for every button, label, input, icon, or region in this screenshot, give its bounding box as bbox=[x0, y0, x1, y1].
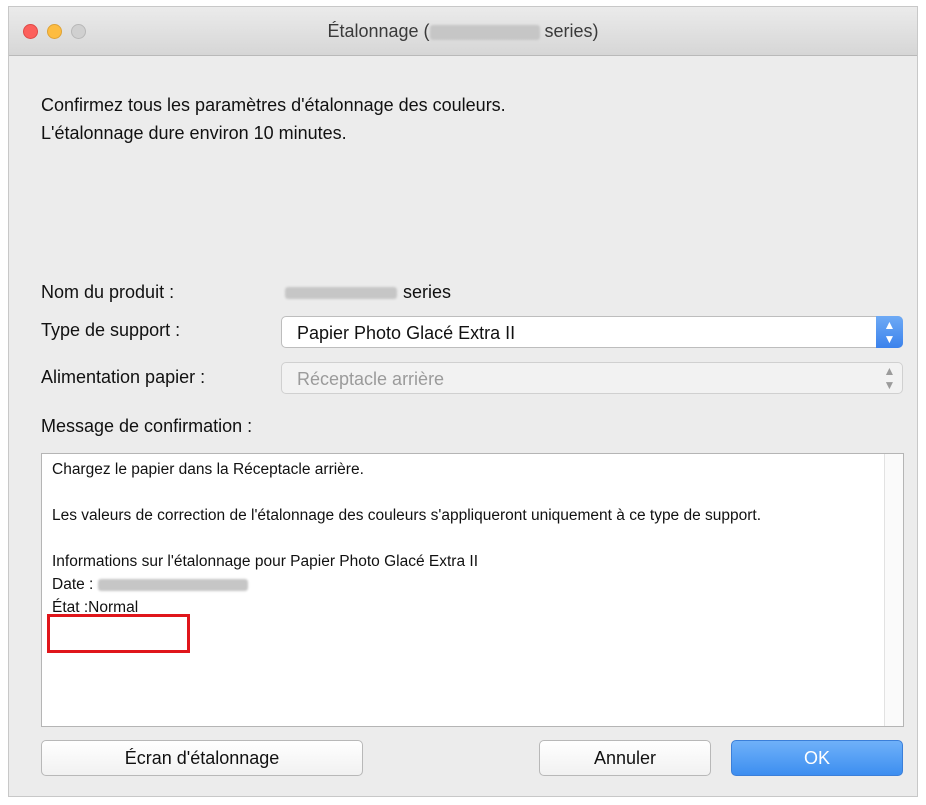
intro-line-2: L'étalonnage dure environ 10 minutes. bbox=[41, 123, 347, 143]
ok-button[interactable]: OK bbox=[731, 740, 903, 776]
message-scrollbar[interactable] bbox=[884, 454, 903, 726]
calibration-date: Date : bbox=[52, 573, 863, 596]
state-highlight-box bbox=[47, 614, 190, 653]
up-down-chevron-icon: ▲ ▼ bbox=[876, 316, 903, 348]
message-line: Chargez le papier dans la Réceptacle arr… bbox=[52, 461, 364, 478]
window-title: Étalonnage ( series) bbox=[327, 21, 599, 41]
message-line: Les valeurs de correction de l'étalonnag… bbox=[52, 507, 762, 524]
intro-text: Confirmez tous les paramètres d'étalonna… bbox=[41, 91, 506, 147]
product-name-value: series bbox=[285, 282, 451, 303]
redacted-model-name bbox=[429, 24, 540, 40]
confirmation-message-label: Message de confirmation : bbox=[41, 416, 253, 436]
product-name-label: Nom du produit : bbox=[41, 282, 175, 302]
redacted-product-model bbox=[285, 287, 397, 300]
message-line: Informations sur l'étalonnage pour Papie… bbox=[52, 553, 479, 570]
redacted-date-value bbox=[97, 578, 248, 591]
title-bar: Étalonnage ( series) bbox=[9, 7, 917, 56]
media-type-select[interactable]: Papier Photo Glacé Extra II ▲ ▼ bbox=[281, 316, 903, 348]
cancel-button[interactable]: Annuler bbox=[539, 740, 711, 776]
media-type-label: Type de support : bbox=[41, 320, 181, 340]
paper-feed-label: Alimentation papier : bbox=[41, 367, 206, 387]
intro-line-1: Confirmez tous les paramètres d'étalonna… bbox=[41, 95, 506, 115]
paper-feed-value: Réceptacle arrière bbox=[297, 369, 445, 389]
paper-feed-select: Réceptacle arrière ▲ ▼ bbox=[281, 362, 903, 394]
calibration-dialog: Étalonnage ( series) Confirmez tous les … bbox=[8, 6, 918, 797]
calibration-screen-button[interactable]: Écran d'étalonnage bbox=[41, 740, 363, 776]
up-down-chevron-icon: ▲ ▼ bbox=[883, 364, 896, 392]
confirmation-message-box[interactable]: Chargez le papier dans la Réceptacle arr… bbox=[41, 453, 904, 727]
media-type-value: Papier Photo Glacé Extra II bbox=[297, 323, 516, 343]
